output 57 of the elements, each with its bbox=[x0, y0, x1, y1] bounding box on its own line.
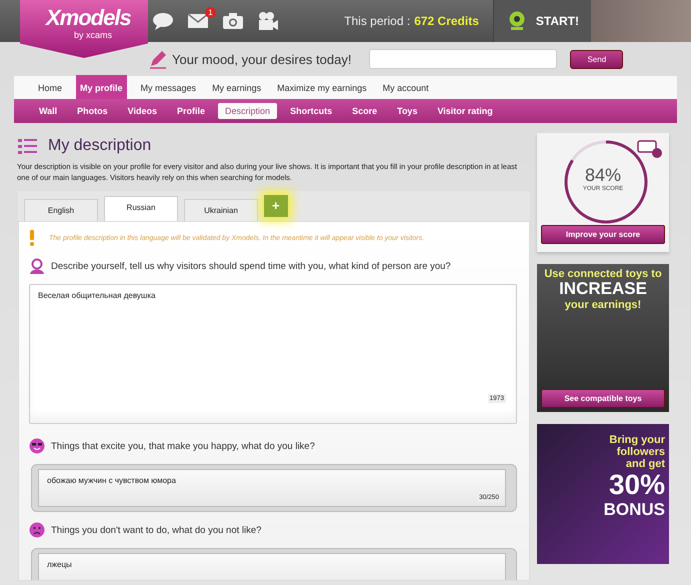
smiley-icon[interactable] bbox=[29, 438, 45, 454]
ad-headline: followers bbox=[616, 446, 665, 458]
score-value: 84% bbox=[584, 165, 622, 186]
ad-headline: Use connected toys to bbox=[543, 268, 663, 280]
start-button[interactable]: START! bbox=[492, 0, 591, 42]
subnav-tab[interactable]: Description bbox=[218, 103, 278, 119]
ad-headline: INCREASE bbox=[558, 280, 647, 299]
credits-amount: 672 Credits bbox=[414, 14, 479, 28]
nav-tab[interactable]: Maximize my earnings bbox=[269, 77, 375, 99]
nav-tab[interactable]: My messages bbox=[132, 77, 204, 99]
question-text: Describe yourself, tell us why visitors should spend time with you, what kind of person are you? bbox=[51, 260, 451, 272]
notification-badge: 1 bbox=[205, 7, 216, 18]
subnav-tab[interactable]: Wall bbox=[32, 103, 64, 119]
logo-subtitle: by xcams bbox=[74, 30, 114, 40]
question-text: Things you don't want to do, what do you not like? bbox=[51, 524, 262, 536]
nav-tab[interactable]: My account bbox=[374, 77, 437, 99]
ad-headline: your earnings! bbox=[564, 298, 642, 311]
question-text: Things that excite you, that make you happy, what do you like? bbox=[51, 440, 315, 452]
improve-score-button[interactable]: Improve your score bbox=[541, 225, 665, 244]
ad-banner[interactable]: Use connected toys to INCREASE your earnings! See compatible toys bbox=[537, 264, 669, 412]
webcam-icon[interactable] bbox=[508, 11, 526, 31]
language-tab[interactable]: English bbox=[24, 199, 98, 221]
logo-title: Xmodels bbox=[46, 6, 132, 30]
nav-tab[interactable]: My earnings bbox=[204, 77, 270, 99]
person-icon[interactable] bbox=[29, 258, 45, 274]
subnav-tab[interactable]: Profile bbox=[170, 103, 212, 119]
sad-face-icon[interactable] bbox=[29, 522, 45, 538]
subnav-tab[interactable]: Shortcuts bbox=[283, 103, 340, 119]
ad-button[interactable]: See compatible toys bbox=[541, 389, 665, 408]
answer-field[interactable]: лжецы bbox=[38, 553, 506, 580]
period-label: This period : bbox=[344, 14, 410, 28]
hd-badge-icon bbox=[637, 139, 663, 159]
mail-icon[interactable] bbox=[187, 13, 209, 29]
pencil-icon[interactable] bbox=[148, 49, 168, 69]
mood-input-field[interactable] bbox=[369, 49, 558, 69]
logo-banner[interactable]: Xmodels by xcams bbox=[20, 0, 148, 58]
chat-icon[interactable] bbox=[152, 12, 174, 30]
ad-headline: Bring your bbox=[608, 434, 665, 446]
language-tab[interactable]: Ukrainian bbox=[184, 199, 258, 221]
subnav-tab[interactable]: Score bbox=[345, 103, 384, 119]
ad-headline: BONUS bbox=[604, 501, 665, 520]
subnav-tab[interactable]: Toys bbox=[390, 103, 424, 119]
mood-label: Your mood, your desires today! bbox=[172, 52, 352, 66]
ad-headline: and get bbox=[624, 458, 665, 470]
nav-tab[interactable]: Home bbox=[30, 77, 70, 99]
list-icon[interactable] bbox=[18, 138, 38, 154]
subnav-tab[interactable]: Visitor rating bbox=[430, 103, 500, 119]
send-button[interactable]: Send bbox=[570, 50, 624, 68]
video-camera-icon[interactable] bbox=[257, 11, 279, 31]
ad-banner[interactable]: Bring your followers and get 30% BONUS bbox=[537, 424, 669, 564]
camera-icon[interactable] bbox=[222, 12, 244, 30]
page-title: My description bbox=[48, 137, 152, 155]
language-tab[interactable]: Russian bbox=[104, 196, 178, 221]
nav-tab[interactable]: My profile bbox=[76, 75, 127, 99]
ad-headline: 30% bbox=[608, 470, 665, 502]
subnav-tab[interactable]: Photos bbox=[70, 103, 115, 119]
subnav-tab[interactable]: Videos bbox=[120, 103, 164, 119]
